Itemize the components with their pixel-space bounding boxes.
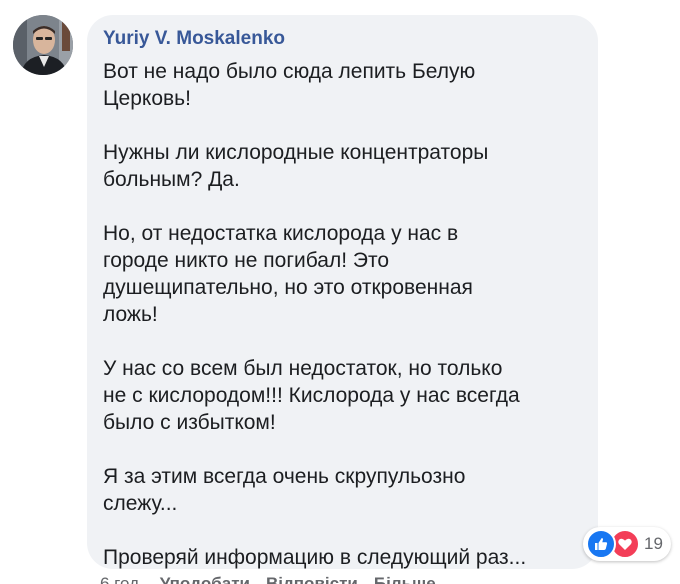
comment-actions: 6 год. Уподобати Відповісти Більше <box>100 574 436 584</box>
comment-timestamp[interactable]: 6 год. <box>100 574 144 584</box>
comment-paragraph: У нас со всем был недостаток, но только … <box>103 357 520 434</box>
comment-paragraph: Нужны ли кислородные концентраторы больн… <box>103 141 489 191</box>
reactions-summary[interactable]: 19 <box>583 527 671 561</box>
avatar[interactable] <box>13 15 73 75</box>
comment-paragraph: Проверяй информацию в следующий раз... <box>103 546 527 569</box>
reply-link[interactable]: Відповісти <box>266 574 358 584</box>
avatar-photo <box>13 15 73 75</box>
comment-author[interactable]: Yuriy V. Moskalenko <box>103 28 584 50</box>
like-icon <box>586 529 616 559</box>
comment-bubble: Yuriy V. Moskalenko Вот не надо было сюд… <box>87 15 598 569</box>
comment-paragraph: Вот не надо было сюда лепить Белую Церко… <box>103 60 476 110</box>
comment-thread: Yuriy V. Moskalenko Вот не надо было сюд… <box>0 0 680 584</box>
more-link[interactable]: Більше <box>374 574 436 584</box>
comment-paragraph: Я за этим всегда очень скрупульозно слеж… <box>103 465 466 515</box>
comment-text: Вот не надо было сюда лепить Белую Церко… <box>103 58 584 571</box>
reaction-count: 19 <box>644 534 663 553</box>
like-link[interactable]: Уподобати <box>160 574 250 584</box>
comment-paragraph: Но, от недостатка кислорода у нас в горо… <box>103 222 473 326</box>
